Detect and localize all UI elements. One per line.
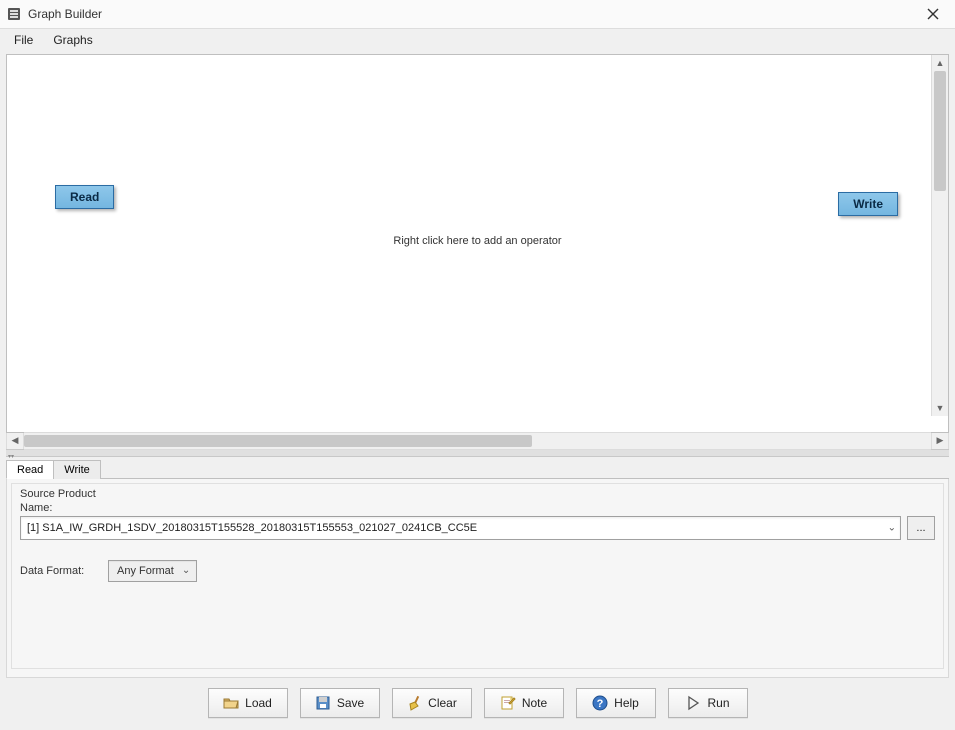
- name-value: [1] S1A_IW_GRDH_1SDV_20180315T155528_201…: [27, 522, 477, 534]
- note-button[interactable]: Note: [484, 688, 564, 718]
- scroll-track[interactable]: [932, 71, 948, 399]
- menu-bar: File Graphs: [0, 29, 955, 50]
- canvas-hint: Right click here to add an operator: [393, 235, 561, 247]
- tab-write[interactable]: Write: [53, 460, 100, 479]
- chevron-down-icon: ⌄: [888, 522, 896, 533]
- title-bar: Graph Builder: [0, 0, 955, 29]
- properties-panel: Source Product Name: [1] S1A_IW_GRDH_1SD…: [6, 479, 949, 678]
- note-icon: [500, 695, 516, 711]
- name-label: Name:: [20, 502, 935, 514]
- graph-canvas[interactable]: Read Write Right click here to add an op…: [7, 55, 948, 431]
- folder-open-icon: [223, 695, 239, 711]
- scroll-up-icon[interactable]: ▲: [932, 55, 948, 71]
- save-icon: [315, 695, 331, 711]
- node-write[interactable]: Write: [838, 192, 898, 216]
- graph-canvas-frame: Read Write Right click here to add an op…: [6, 54, 949, 432]
- clear-label: Clear: [428, 696, 457, 710]
- scroll-left-icon[interactable]: ◀: [6, 432, 24, 450]
- window-title: Graph Builder: [28, 7, 913, 21]
- broom-icon: [406, 695, 422, 711]
- help-label: Help: [614, 696, 639, 710]
- vertical-scrollbar[interactable]: ▲ ▼: [931, 55, 948, 415]
- split-bar[interactable]: [6, 449, 949, 457]
- scroll-thumb[interactable]: [934, 71, 946, 191]
- app-window: Graph Builder File Graphs Read Write Rig…: [0, 0, 955, 730]
- format-value: Any Format: [117, 565, 174, 577]
- format-label: Data Format:: [20, 565, 90, 577]
- browse-button[interactable]: ...: [907, 516, 935, 540]
- app-icon: [6, 6, 22, 22]
- save-label: Save: [337, 696, 364, 710]
- scroll-right-icon[interactable]: ▶: [931, 432, 949, 450]
- button-bar: Load Save Clear Note ? Help Run: [0, 678, 955, 730]
- help-icon: ?: [592, 695, 608, 711]
- load-label: Load: [245, 696, 272, 710]
- properties-panel-inner: Source Product Name: [1] S1A_IW_GRDH_1SD…: [11, 483, 944, 669]
- svg-text:?: ?: [597, 698, 604, 710]
- hscroll-track[interactable]: [24, 432, 931, 450]
- save-button[interactable]: Save: [300, 688, 380, 718]
- scroll-down-icon[interactable]: ▼: [932, 400, 948, 416]
- menu-file[interactable]: File: [4, 31, 43, 49]
- name-combo[interactable]: [1] S1A_IW_GRDH_1SDV_20180315T155528_201…: [20, 516, 901, 540]
- horizontal-scrollbar[interactable]: ◀ ▶: [6, 433, 949, 449]
- format-combo[interactable]: Any Format ⌄: [108, 560, 197, 582]
- node-read[interactable]: Read: [55, 185, 114, 209]
- format-row: Data Format: Any Format ⌄: [20, 560, 935, 582]
- clear-button[interactable]: Clear: [392, 688, 472, 718]
- help-button[interactable]: ? Help: [576, 688, 656, 718]
- run-button[interactable]: Run: [668, 688, 748, 718]
- load-button[interactable]: Load: [208, 688, 288, 718]
- run-label: Run: [707, 696, 729, 710]
- note-label: Note: [522, 696, 547, 710]
- menu-graphs[interactable]: Graphs: [43, 31, 102, 49]
- tab-read[interactable]: Read: [6, 460, 54, 479]
- section-label: Source Product: [20, 488, 935, 500]
- close-button[interactable]: [913, 0, 953, 28]
- tabs: Read Write: [6, 459, 949, 479]
- close-icon: [927, 8, 939, 20]
- play-icon: [685, 695, 701, 711]
- hscroll-thumb[interactable]: [24, 435, 532, 447]
- chevron-down-icon: ⌄: [182, 565, 190, 576]
- name-row: [1] S1A_IW_GRDH_1SDV_20180315T155528_201…: [20, 516, 935, 540]
